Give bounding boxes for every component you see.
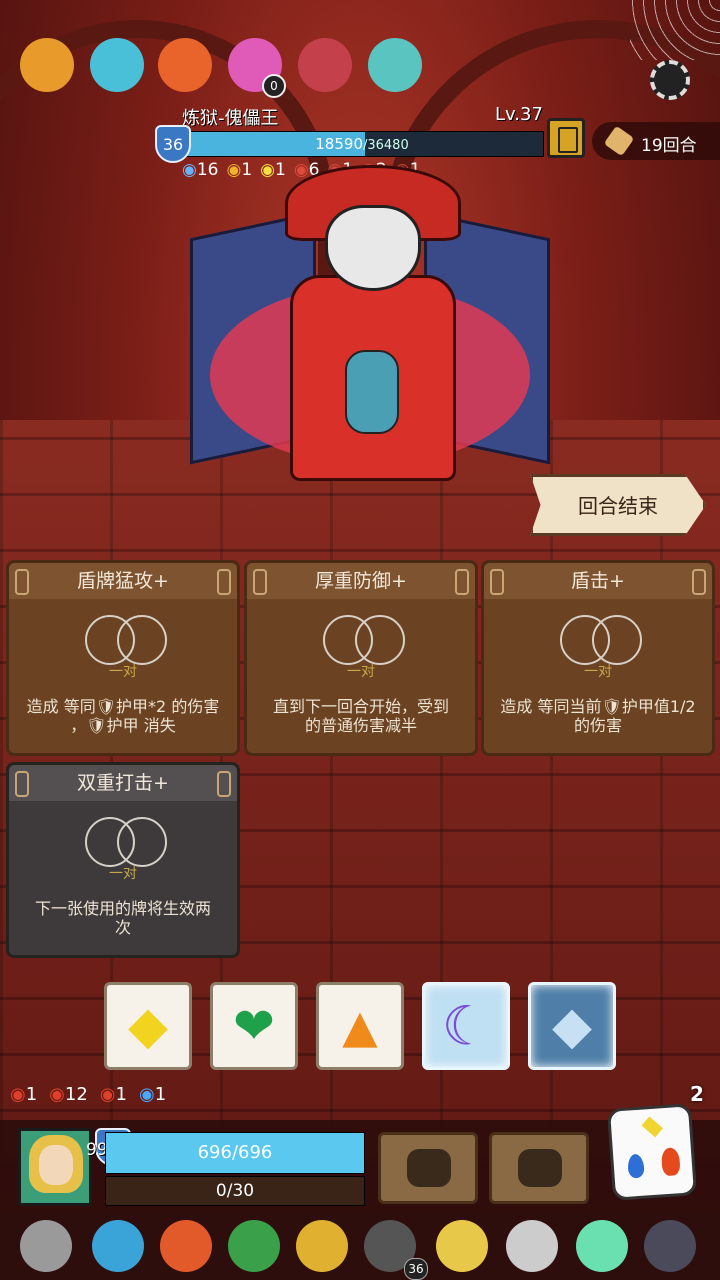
horn-icon[interactable] [436,1220,488,1272]
meat-icon[interactable] [160,1220,212,1272]
gold-mirror-icon[interactable] [296,1220,348,1272]
sword-icon: ◉ [10,1084,26,1105]
card-shield-strike[interactable]: 盾击+ 一对 造成 等同当前🛡护甲值1/2 的伤害 [481,560,715,756]
card-description: 下一张使用的牌将生效两次 [34,899,211,937]
die-green-leaf[interactable]: ❤ [210,982,298,1070]
fire-icon [660,1147,681,1177]
die-orange-mountain[interactable]: ▲ [316,982,404,1070]
end-turn-button[interactable]: 回合结束 [530,474,706,536]
card-requirement: 一对 [109,866,137,882]
dark-diamond-icon: ◆ [552,996,592,1056]
relic-pink-orb-icon[interactable]: 0 [228,38,286,98]
relic-pumpkin-mask-icon[interactable] [20,38,74,92]
relic-cracked-heart-icon[interactable] [298,38,352,92]
boss-hp-text: 18590/36480 [181,132,543,156]
yellow-pip-icon [641,1116,663,1138]
avatar-face [39,1145,73,1185]
card-double-strike[interactable]: 双重打击+ 一对 下一张使用的牌将生效两次 [6,762,240,958]
claw-skill-icon [518,1149,562,1187]
die-frozen-diamond[interactable]: ◆ [528,982,616,1070]
player-hp-bar: 696/696 [105,1132,365,1174]
player-status-value: 1 [154,1084,167,1105]
dice-slot-pair[interactable] [560,615,642,665]
diamond-icon: ◆ [128,996,168,1056]
crystal-icon[interactable] [576,1220,628,1272]
green-stone-icon[interactable] [228,1220,280,1272]
die-frozen-moon[interactable]: ☾ [422,982,510,1070]
card-description: 造成 等同🛡护甲*2 的伤害 ，🛡护甲 消失 [26,697,220,735]
relic-teal-urn-icon[interactable] [368,38,422,92]
player-status-target-icon[interactable]: ◉1 [139,1084,166,1105]
claw-icon: ◉ [99,1084,116,1105]
player-status-sword-icon[interactable]: ◉1 [10,1084,37,1105]
card-title: 厚重防御+ [247,563,475,599]
boss-name: 炼狱-傀儡王 [182,108,279,129]
boss-hp-max: /36480 [362,138,409,153]
card-requirement: 一对 [584,664,612,680]
boss-puppet-doll [345,350,399,434]
card-description: 造成 等同当前🛡护甲值1/2 的伤害 [500,697,696,735]
relic-green-coral-icon[interactable] [90,38,144,92]
leaf-icon: ❤ [233,997,275,1055]
boss-hp-bar: 18590/36480 [180,131,544,157]
dice-slot-pair[interactable] [85,615,167,665]
card-title: 盾牌猛攻+ [9,563,237,599]
card-requirement: 一对 [109,664,137,680]
boss-level: Lv.37 [495,104,543,125]
card-shield-bash[interactable]: 盾牌猛攻+ 一对 造成 等同🛡护甲*2 的伤害 ，🛡护甲 消失 [6,560,240,756]
player-energy-bar: 0/30 [105,1176,365,1206]
spider-web-decoration [630,0,720,60]
mountain-icon: ▲ [342,999,378,1053]
boss-hp-current: 18590 [315,135,363,153]
player-status-burst-icon[interactable]: ◉12 [49,1084,88,1105]
card-title: 盾击+ [484,563,712,599]
player-status-effects: ◉1 ◉12 ◉1 ◉1 [10,1084,178,1105]
relic-badge: 0 [262,74,286,98]
settings-gear-icon[interactable] [650,60,690,100]
card-title: 双重打击+ [9,765,237,801]
dice-slot-pair[interactable] [85,817,167,867]
player-avatar[interactable] [18,1128,92,1206]
card-heavy-defense[interactable]: 厚重防御+ 一对 直到下一回合开始，受到 的普通伤害减半 [244,560,478,756]
dice-count: 2 [690,1082,704,1106]
moon-icon: ☾ [441,994,491,1058]
water-drop-icon [627,1153,645,1179]
dark-egg-icon[interactable] [644,1220,696,1272]
die-yellow-diamond[interactable]: ◆ [104,982,192,1070]
relic-fire-mirror-icon[interactable] [158,38,212,92]
burst-icon: ◉ [49,1084,65,1105]
stone-disc-icon[interactable] [20,1220,72,1272]
card-requirement: 一对 [347,664,375,680]
round-counter: 19回合 [641,136,697,156]
skill-claw-button[interactable] [489,1132,589,1204]
player-status-value: 1 [115,1084,127,1105]
feather-icon[interactable] [506,1220,558,1272]
compendium-book-button[interactable] [547,118,585,158]
boss-mask [325,205,421,291]
roll-dice-button[interactable] [606,1103,698,1201]
target-icon: ◉ [138,1084,155,1105]
dark-shield-badge: 36 [404,1258,428,1280]
blue-shield-icon[interactable] [92,1220,144,1272]
skill-gauntlet-button[interactable] [378,1132,478,1204]
puppet-king-boss[interactable] [190,165,550,525]
gauntlet-skill-icon [407,1149,451,1187]
card-description: 直到下一回合开始，受到 的普通伤害减半 [272,697,449,735]
player-status-claw-icon[interactable]: ◉1 [100,1084,127,1105]
player-status-value: 1 [25,1084,38,1105]
player-status-value: 12 [64,1084,88,1105]
dice-slot-pair[interactable] [323,615,405,665]
